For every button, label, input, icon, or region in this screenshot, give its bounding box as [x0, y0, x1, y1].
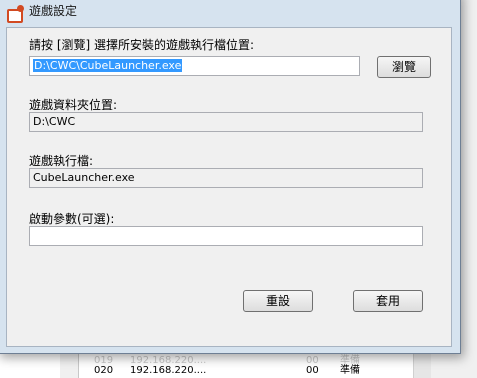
- dialog-titlebar[interactable]: 遊戲設定: [0, 0, 460, 25]
- browse-button[interactable]: 瀏覽: [377, 56, 431, 78]
- path-prompt-label: 請按 [瀏覽] 選擇所安裝的遊戲執行檔位置:: [29, 38, 255, 52]
- launch-args-label: 啟動參數(可選):: [29, 212, 115, 226]
- dialog-content: 請按 [瀏覽] 選擇所安裝的遊戲執行檔位置: D:\CWC\CubeLaunch…: [6, 27, 452, 347]
- game-folder-field[interactable]: D:\CWC: [29, 112, 423, 132]
- game-settings-dialog: 遊戲設定 請按 [瀏覽] 選擇所安裝的遊戲執行檔位置: D:\CWC\CubeL…: [0, 0, 461, 354]
- exe-path-field[interactable]: D:\CWC\CubeLauncher.exe: [29, 56, 360, 76]
- apply-button[interactable]: 套用: [353, 290, 423, 312]
- row-status: 準備: [340, 365, 360, 376]
- game-exe-label: 遊戲執行檔:: [29, 154, 94, 168]
- table-row[interactable]: 020 192.168.220.... 00 準備: [78, 364, 413, 378]
- game-exe-field[interactable]: CubeLauncher.exe: [29, 168, 423, 188]
- reset-button[interactable]: 重設: [243, 290, 313, 312]
- row-ip: 192.168.220....: [130, 365, 207, 376]
- row-value: 00: [306, 365, 319, 376]
- launch-args-input[interactable]: [29, 226, 423, 246]
- exe-path-selected-text: D:\CWC\CubeLauncher.exe: [33, 59, 183, 72]
- dialog-title: 遊戲設定: [29, 4, 78, 18]
- row-number: 020: [94, 365, 114, 376]
- app-icon: [7, 5, 24, 23]
- game-folder-label: 遊戲資料夾位置:: [29, 98, 118, 112]
